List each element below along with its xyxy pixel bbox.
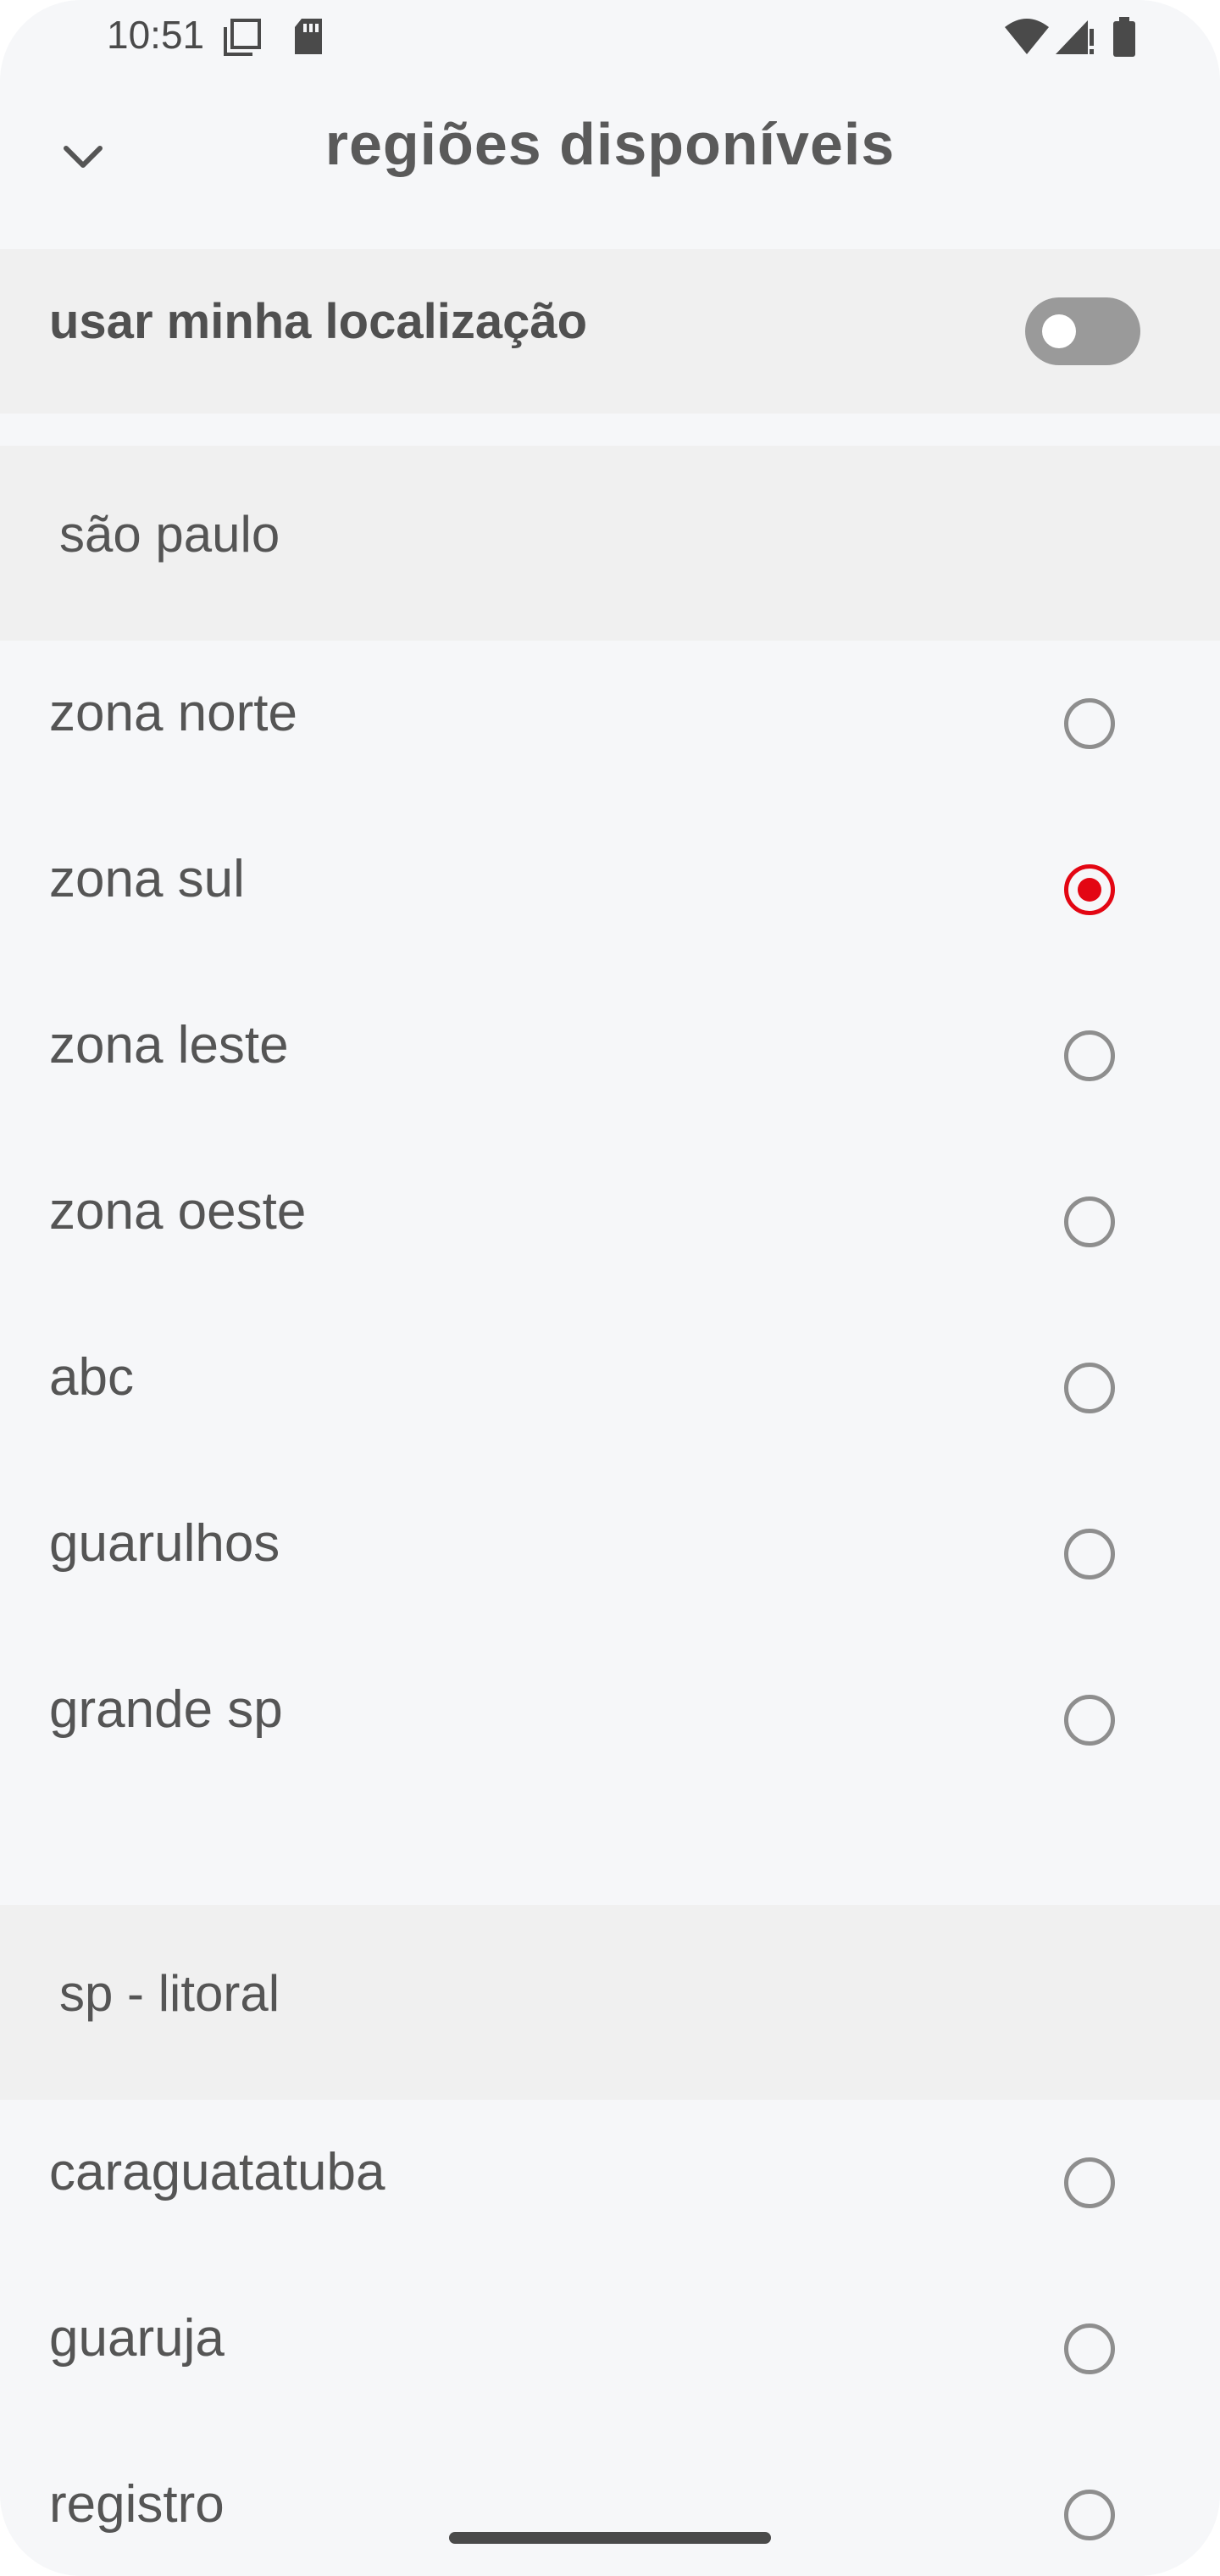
region-label: grande sp xyxy=(49,1680,283,1739)
region-label: abc xyxy=(49,1348,134,1407)
radio-button[interactable] xyxy=(1064,698,1115,749)
use-location-toggle[interactable] xyxy=(1025,297,1140,365)
battery-icon xyxy=(1112,17,1137,62)
section-title: sp - litoral xyxy=(59,1965,280,2022)
radio-button[interactable] xyxy=(1064,1695,1115,1746)
region-label: caraguatatuba xyxy=(49,2143,385,2201)
use-location-row[interactable]: usar minha localização xyxy=(0,249,1220,414)
region-option-abc[interactable]: abc xyxy=(0,1305,1220,1471)
use-location-label: usar minha localização xyxy=(49,294,588,349)
radio-button-selected[interactable] xyxy=(1064,864,1115,915)
wifi-icon xyxy=(1003,17,1051,60)
radio-button[interactable] xyxy=(1064,1030,1115,1081)
radio-button[interactable] xyxy=(1064,2157,1115,2208)
region-option-zona-oeste[interactable]: zona oeste xyxy=(0,1139,1220,1305)
status-time: 10:51 xyxy=(107,13,205,57)
region-label: zona leste xyxy=(49,1016,289,1074)
section-header-sao-paulo: são paulo xyxy=(0,446,1220,641)
signal-icon xyxy=(1054,17,1096,60)
home-indicator[interactable] xyxy=(449,2532,771,2544)
section-header-sp-litoral: sp - litoral xyxy=(0,1905,1220,2100)
region-option-guaruja[interactable]: guaruja xyxy=(0,2266,1220,2432)
region-label: zona sul xyxy=(49,850,245,908)
sd-card-icon xyxy=(291,17,325,60)
region-label: zona norte xyxy=(49,684,297,742)
radio-button[interactable] xyxy=(1064,1363,1115,1413)
region-label: zona oeste xyxy=(49,1182,307,1241)
region-option-registro[interactable]: registro xyxy=(0,2432,1220,2576)
radio-button[interactable] xyxy=(1064,2323,1115,2374)
region-label: guaruja xyxy=(49,2309,225,2368)
region-label: guarulhos xyxy=(49,1514,280,1573)
app-bar: regiões disponíveis xyxy=(0,93,1220,212)
radio-button[interactable] xyxy=(1064,2490,1115,2540)
region-label: registro xyxy=(49,2475,225,2534)
screen: 10:51 regiões disponíveis usar minha loc… xyxy=(0,0,1220,2576)
radio-button[interactable] xyxy=(1064,1529,1115,1579)
page-title: regiões disponíveis xyxy=(324,111,896,177)
toggle-knob xyxy=(1042,314,1076,348)
region-option-guarulhos[interactable]: guarulhos xyxy=(0,1471,1220,1637)
region-option-grande-sp[interactable]: grande sp xyxy=(0,1637,1220,1803)
status-bar: 10:51 xyxy=(0,0,1220,75)
region-option-zona-sul[interactable]: zona sul xyxy=(0,807,1220,973)
region-option-zona-leste[interactable]: zona leste xyxy=(0,973,1220,1139)
region-option-zona-norte[interactable]: zona norte xyxy=(0,641,1220,807)
region-option-caraguatatuba[interactable]: caraguatatuba xyxy=(0,2100,1220,2266)
section-title: são paulo xyxy=(59,506,280,563)
copy-icon xyxy=(222,17,264,62)
radio-button[interactable] xyxy=(1064,1196,1115,1247)
